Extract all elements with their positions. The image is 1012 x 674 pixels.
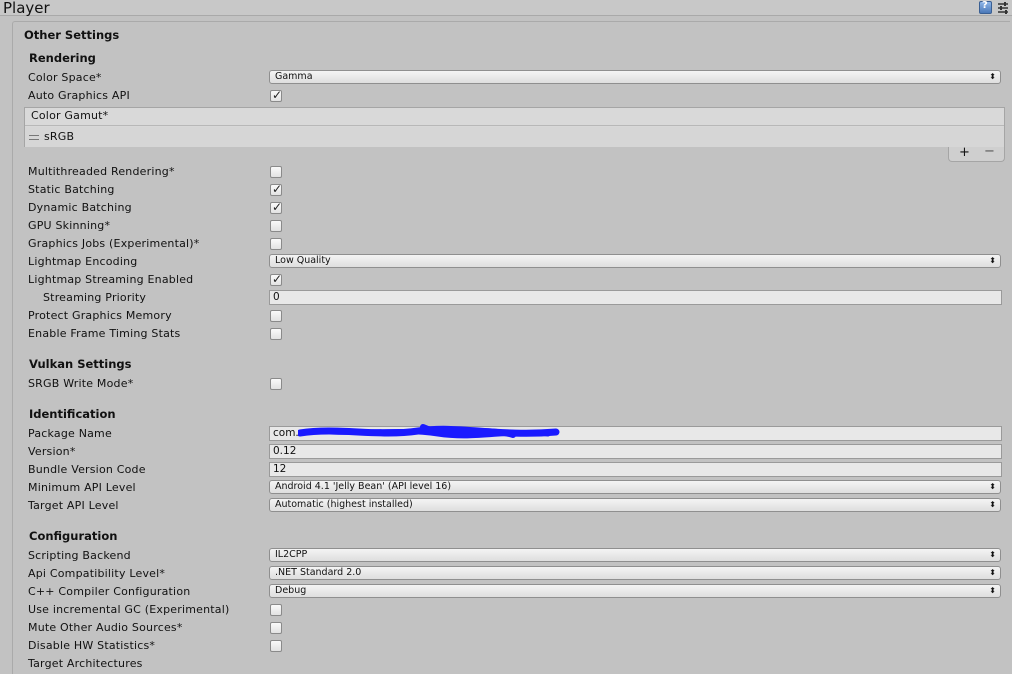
cpp-compiler-label: C++ Compiler Configuration: [28, 585, 191, 598]
dropdown-arrows-icon: ⬍: [989, 256, 996, 265]
inspector-title-bar: Player: [0, 0, 1012, 17]
color-gamut-list-header: Color Gamut*: [25, 108, 1004, 126]
drag-handle-icon[interactable]: [29, 135, 39, 140]
cpp-compiler-value: Debug: [275, 585, 307, 596]
remove-item-button[interactable]: −: [984, 144, 995, 159]
auto-graphics-api-label: Auto Graphics API: [28, 89, 130, 102]
other-settings-header[interactable]: Other Settings: [24, 28, 119, 42]
lightmap-streaming-label: Lightmap Streaming Enabled: [28, 273, 194, 286]
bundle-version-code-field[interactable]: 12: [269, 462, 1002, 477]
graphics-jobs-checkbox[interactable]: [270, 238, 282, 250]
dropdown-arrows-icon: ⬍: [989, 500, 996, 509]
auto-graphics-api-checkbox[interactable]: ✓: [270, 88, 283, 102]
min-api-level-label: Minimum API Level: [28, 481, 136, 494]
scripting-backend-dropdown[interactable]: IL2CPP ⬍: [269, 548, 1001, 562]
target-architectures-label: Target Architectures: [28, 657, 143, 670]
lightmap-streaming-checkbox[interactable]: ✓: [270, 272, 283, 286]
target-api-level-value: Automatic (highest installed): [275, 499, 413, 510]
checkmark-icon: ✓: [272, 272, 283, 286]
disable-hw-stats-checkbox[interactable]: [270, 640, 282, 652]
incremental-gc-checkbox[interactable]: [270, 604, 282, 616]
redaction-scribble: [298, 424, 560, 439]
api-compat-label: Api Compatibility Level*: [28, 567, 166, 580]
static-batching-label: Static Batching: [28, 183, 115, 196]
checkmark-icon: ✓: [272, 182, 283, 196]
color-gamut-list: Color Gamut* sRGB: [24, 107, 1005, 147]
color-space-value: Gamma: [275, 71, 313, 82]
target-api-level-dropdown[interactable]: Automatic (highest installed) ⬍: [269, 498, 1001, 512]
dropdown-arrows-icon: ⬍: [989, 568, 996, 577]
mute-audio-checkbox[interactable]: [270, 622, 282, 634]
lightmap-encoding-dropdown[interactable]: Low Quality ⬍: [269, 254, 1001, 268]
version-field[interactable]: 0.12: [269, 444, 1002, 459]
streaming-priority-field[interactable]: 0: [269, 290, 1002, 305]
package-name-label: Package Name: [28, 427, 112, 440]
color-gamut-list-footer: + −: [948, 144, 1005, 162]
incremental-gc-label: Use incremental GC (Experimental): [28, 603, 230, 616]
checkmark-icon: ✓: [272, 88, 283, 102]
add-item-button[interactable]: +: [959, 145, 970, 160]
color-space-dropdown[interactable]: Gamma ⬍: [269, 70, 1001, 84]
dropdown-arrows-icon: ⬍: [989, 550, 996, 559]
version-label: Version*: [28, 445, 76, 458]
checkmark-icon: ✓: [272, 200, 283, 214]
cpp-compiler-dropdown[interactable]: Debug ⬍: [269, 584, 1001, 598]
streaming-priority-label: Streaming Priority: [43, 291, 147, 304]
protect-graphics-memory-label: Protect Graphics Memory: [28, 309, 172, 322]
protect-graphics-memory-checkbox[interactable]: [270, 310, 282, 322]
lightmap-encoding-value: Low Quality: [275, 255, 331, 266]
api-compat-dropdown[interactable]: .NET Standard 2.0 ⬍: [269, 566, 1001, 580]
frame-timing-stats-label: Enable Frame Timing Stats: [28, 327, 181, 340]
multithreaded-rendering-checkbox[interactable]: [270, 166, 282, 178]
identification-section-title: Identification: [29, 407, 116, 421]
dropdown-arrows-icon: ⬍: [989, 72, 996, 81]
color-gamut-list-item[interactable]: sRGB: [25, 127, 1004, 147]
scripting-backend-value: IL2CPP: [275, 549, 308, 560]
mute-audio-label: Mute Other Audio Sources*: [28, 621, 183, 634]
color-gamut-label: Color Gamut*: [31, 109, 109, 122]
min-api-level-value: Android 4.1 'Jelly Bean' (API level 16): [275, 481, 452, 492]
api-compat-value: .NET Standard 2.0: [275, 567, 362, 578]
multithreaded-rendering-label: Multithreaded Rendering*: [28, 165, 175, 178]
static-batching-checkbox[interactable]: ✓: [270, 182, 283, 196]
rendering-section-title: Rendering: [29, 51, 96, 65]
srgb-write-mode-label: SRGB Write Mode*: [28, 377, 134, 390]
color-space-label: Color Space*: [28, 71, 102, 84]
frame-timing-stats-checkbox[interactable]: [270, 328, 282, 340]
color-gamut-item-label: sRGB: [44, 130, 75, 143]
dynamic-batching-label: Dynamic Batching: [28, 201, 132, 214]
bundle-version-code-label: Bundle Version Code: [28, 463, 146, 476]
dropdown-arrows-icon: ⬍: [989, 482, 996, 491]
graphics-jobs-label: Graphics Jobs (Experimental)*: [28, 237, 200, 250]
min-api-level-dropdown[interactable]: Android 4.1 'Jelly Bean' (API level 16) …: [269, 480, 1001, 494]
disable-hw-stats-label: Disable HW Statistics*: [28, 639, 156, 652]
dropdown-arrows-icon: ⬍: [989, 586, 996, 595]
dynamic-batching-checkbox[interactable]: ✓: [270, 200, 283, 214]
srgb-write-mode-checkbox[interactable]: [270, 378, 282, 390]
target-api-level-label: Target API Level: [28, 499, 119, 512]
gpu-skinning-checkbox[interactable]: [270, 220, 282, 232]
settings-sliders-icon[interactable]: [996, 1, 1009, 14]
vulkan-section-title: Vulkan Settings: [29, 357, 132, 371]
scripting-backend-label: Scripting Backend: [28, 549, 131, 562]
window-title: Player: [3, 0, 50, 17]
configuration-section-title: Configuration: [29, 529, 118, 543]
lightmap-encoding-label: Lightmap Encoding: [28, 255, 138, 268]
help-book-icon[interactable]: [979, 0, 992, 14]
gpu-skinning-label: GPU Skinning*: [28, 219, 111, 232]
